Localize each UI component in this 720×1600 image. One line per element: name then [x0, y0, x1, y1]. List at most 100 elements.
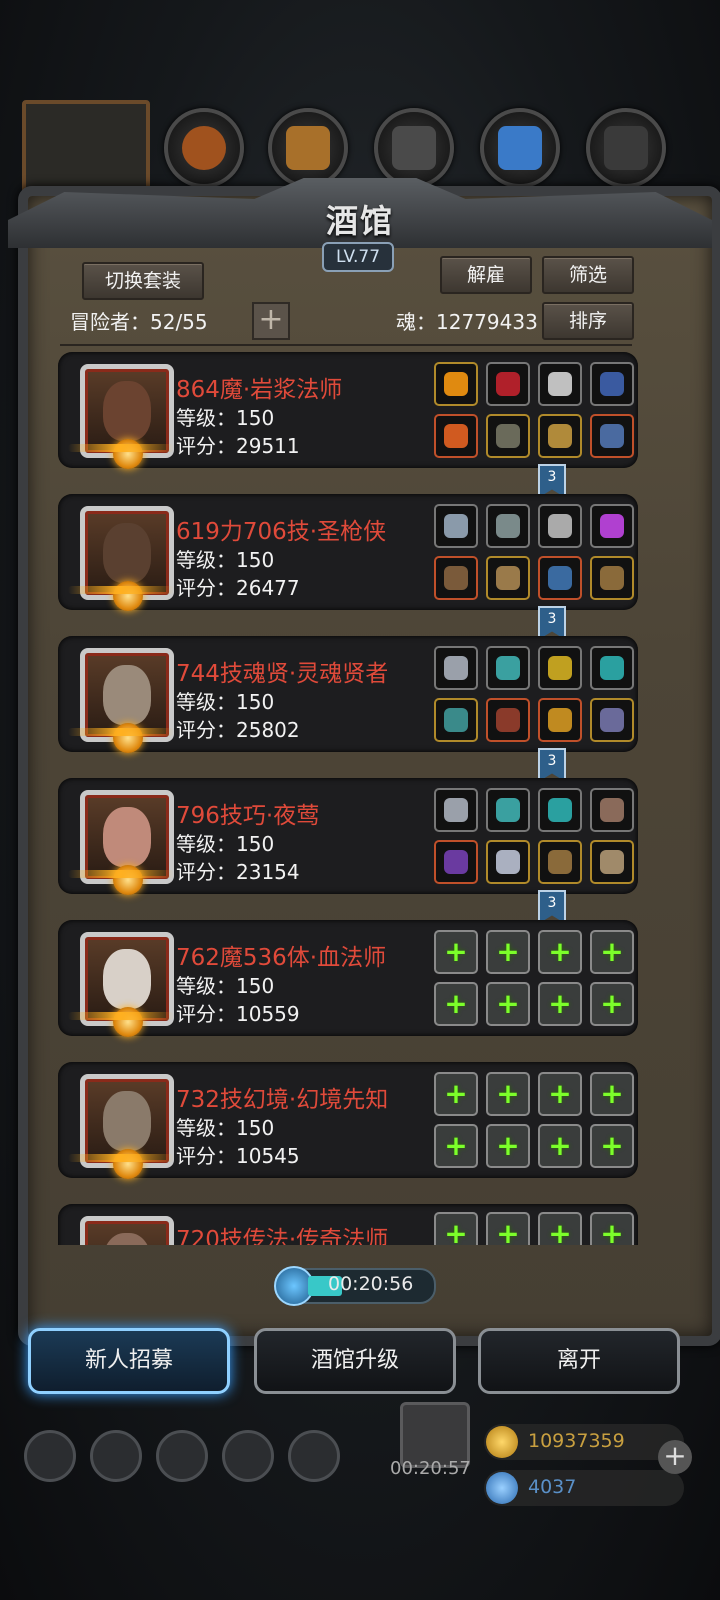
adventurer-count: 冒险者：52/55 [70, 310, 208, 334]
rank-wing [68, 1154, 174, 1162]
menu-circle-icon[interactable] [288, 1430, 340, 1482]
equip-slot[interactable] [434, 840, 478, 884]
hero-level: 等级：150 [176, 406, 275, 430]
empty-slot[interactable]: + [486, 1212, 530, 1245]
equip-slot[interactable] [590, 556, 634, 600]
equip-slot[interactable] [434, 698, 478, 742]
equip-slot[interactable] [434, 414, 478, 458]
empty-slot[interactable]: + [538, 1072, 582, 1116]
hero-list[interactable]: 864魔·岩浆法师 等级：150 评分：29511 3 619力706技·圣枪侠… [30, 350, 690, 1245]
empty-slot[interactable]: + [538, 982, 582, 1026]
empty-slot[interactable]: + [486, 1072, 530, 1116]
hero-name: 796技巧·夜莺 [176, 803, 320, 829]
equip-slot[interactable] [590, 504, 634, 548]
hero-score: 评分：29511 [176, 434, 300, 458]
equip-slot[interactable] [590, 362, 634, 406]
panel-title: 酒馆 [325, 202, 394, 240]
equip-slot[interactable] [538, 414, 582, 458]
equip-slot[interactable] [486, 646, 530, 690]
equip-slot[interactable] [590, 646, 634, 690]
leave-button[interactable]: 离开 [478, 1328, 680, 1394]
rank-wing [68, 586, 174, 594]
empty-slot[interactable]: + [590, 1072, 634, 1116]
set-count-tag: 3 [538, 748, 566, 782]
equip-slot[interactable] [434, 646, 478, 690]
hero-level: 等级：150 [176, 1116, 275, 1140]
hero-name: 619力706技·圣枪侠 [176, 519, 387, 545]
sort-button[interactable]: 排序 [542, 302, 634, 340]
gem-icon [486, 1472, 518, 1504]
equip-slot[interactable] [590, 698, 634, 742]
equip-slot[interactable] [486, 840, 530, 884]
equip-slot[interactable] [538, 788, 582, 832]
equip-slot[interactable] [538, 362, 582, 406]
equip-slot[interactable] [590, 840, 634, 884]
menu-circle-icon[interactable] [156, 1430, 208, 1482]
tavern-upgrade-button[interactable]: 酒馆升级 [254, 1328, 456, 1394]
expand-slots-button[interactable]: + [252, 302, 290, 340]
forge-icon[interactable] [374, 108, 454, 188]
filter-button[interactable]: 筛选 [542, 256, 634, 294]
equip-slot[interactable] [590, 788, 634, 832]
equip-slot[interactable] [486, 556, 530, 600]
hero-icon[interactable] [164, 108, 244, 188]
set-count-tag: 3 [538, 606, 566, 640]
rank-wing [68, 1012, 174, 1020]
player-portrait[interactable] [22, 100, 150, 200]
hero-name: 732技幻境·幻境先知 [176, 1087, 389, 1113]
empty-slot[interactable]: + [434, 1212, 478, 1245]
empty-slot[interactable]: + [486, 982, 530, 1026]
set-count-tag: 3 [538, 464, 566, 498]
menu-circle-icon[interactable] [24, 1430, 76, 1482]
empty-slot[interactable]: + [590, 930, 634, 974]
mail-icon[interactable] [222, 1430, 274, 1482]
empty-slot[interactable]: + [434, 1124, 478, 1168]
equip-slot[interactable] [434, 362, 478, 406]
equip-slot[interactable] [486, 504, 530, 548]
equip-slot[interactable] [434, 504, 478, 548]
equip-slot[interactable] [538, 646, 582, 690]
empty-slot[interactable]: + [538, 1124, 582, 1168]
map-icon[interactable] [268, 108, 348, 188]
empty-slot[interactable]: + [486, 930, 530, 974]
hero-level: 等级：150 [176, 974, 275, 998]
empty-slot[interactable]: + [590, 1212, 634, 1245]
equip-slot[interactable] [590, 414, 634, 458]
recruit-button[interactable]: 新人招募 [28, 1328, 230, 1394]
crystal-icon[interactable] [480, 108, 560, 188]
equip-slot[interactable] [486, 414, 530, 458]
empty-slot[interactable]: + [590, 1124, 634, 1168]
hero-name: 744技魂贤·灵魂贤者 [176, 661, 389, 687]
anvil-icon[interactable] [586, 108, 666, 188]
set-count-tag: 3 [538, 890, 566, 924]
empty-slot[interactable]: + [538, 1212, 582, 1245]
hero-level: 等级：150 [176, 548, 275, 572]
equip-slot[interactable] [434, 556, 478, 600]
hero-name: 720技传法·传奇法师 [176, 1227, 389, 1245]
empty-slot[interactable]: + [590, 982, 634, 1026]
header-divider [60, 344, 632, 346]
empty-slot[interactable]: + [434, 1072, 478, 1116]
add-resource-button[interactable]: + [658, 1440, 692, 1474]
dismiss-button[interactable]: 解雇 [440, 256, 532, 294]
empty-slot[interactable]: + [486, 1124, 530, 1168]
gold-coin-icon [486, 1426, 518, 1458]
rank-wing [68, 444, 174, 452]
hero-avatar[interactable] [80, 1216, 174, 1245]
equip-slot[interactable] [538, 556, 582, 600]
empty-slot[interactable]: + [434, 930, 478, 974]
equip-slot[interactable] [538, 698, 582, 742]
equip-slot[interactable] [486, 788, 530, 832]
equip-slot[interactable] [486, 362, 530, 406]
empty-slot[interactable]: + [434, 982, 478, 1026]
empty-slot[interactable]: + [538, 930, 582, 974]
menu-circle-icon[interactable] [90, 1430, 142, 1482]
equip-slot[interactable] [434, 788, 478, 832]
equip-slot[interactable] [486, 698, 530, 742]
equip-slot[interactable] [538, 504, 582, 548]
rank-wing [68, 728, 174, 736]
equip-slot[interactable] [538, 840, 582, 884]
switch-outfit-button[interactable]: 切换套装 [82, 262, 204, 300]
hero-level: 等级：150 [176, 832, 275, 856]
hero-score: 评分：10545 [176, 1144, 300, 1168]
